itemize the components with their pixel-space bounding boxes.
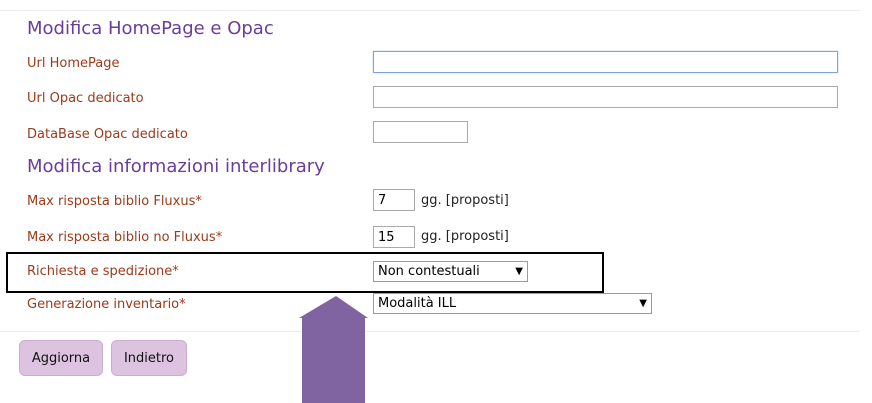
chevron-down-icon: ▼ bbox=[639, 298, 647, 309]
form-divider bbox=[0, 331, 860, 332]
url-opac-label: Url Opac dedicato bbox=[27, 91, 144, 106]
homepage-section-title: Modifica HomePage e Opac bbox=[27, 18, 274, 39]
max-fluxus-input[interactable] bbox=[373, 189, 415, 211]
max-no-fluxus-input[interactable] bbox=[373, 226, 415, 248]
inventario-label: Generazione inventario* bbox=[27, 297, 186, 312]
back-button[interactable]: Indietro bbox=[111, 340, 187, 376]
db-opac-input[interactable] bbox=[373, 121, 468, 143]
max-fluxus-label: Max risposta biblio Fluxus* bbox=[27, 194, 202, 209]
interlibrary-section-title: Modifica informazioni interlibrary bbox=[27, 156, 325, 177]
url-opac-input[interactable] bbox=[373, 86, 838, 108]
update-button[interactable]: Aggiorna bbox=[19, 340, 103, 376]
url-homepage-label: Url HomePage bbox=[27, 56, 120, 71]
max-no-fluxus-suffix: gg. [proposti] bbox=[421, 229, 509, 244]
max-fluxus-suffix: gg. [proposti] bbox=[421, 193, 509, 208]
url-homepage-input[interactable] bbox=[373, 51, 838, 73]
annotation-highlight-box bbox=[6, 252, 604, 293]
inventario-selected-value: Modalità ILL bbox=[378, 296, 457, 311]
max-no-fluxus-label: Max risposta biblio no Fluxus* bbox=[27, 230, 223, 245]
db-opac-label: DataBase Opac dedicato bbox=[27, 127, 188, 142]
annotation-arrow-shape bbox=[299, 296, 368, 403]
top-divider bbox=[0, 10, 860, 11]
inventario-select[interactable]: Modalità ILL ▼ bbox=[373, 293, 652, 314]
